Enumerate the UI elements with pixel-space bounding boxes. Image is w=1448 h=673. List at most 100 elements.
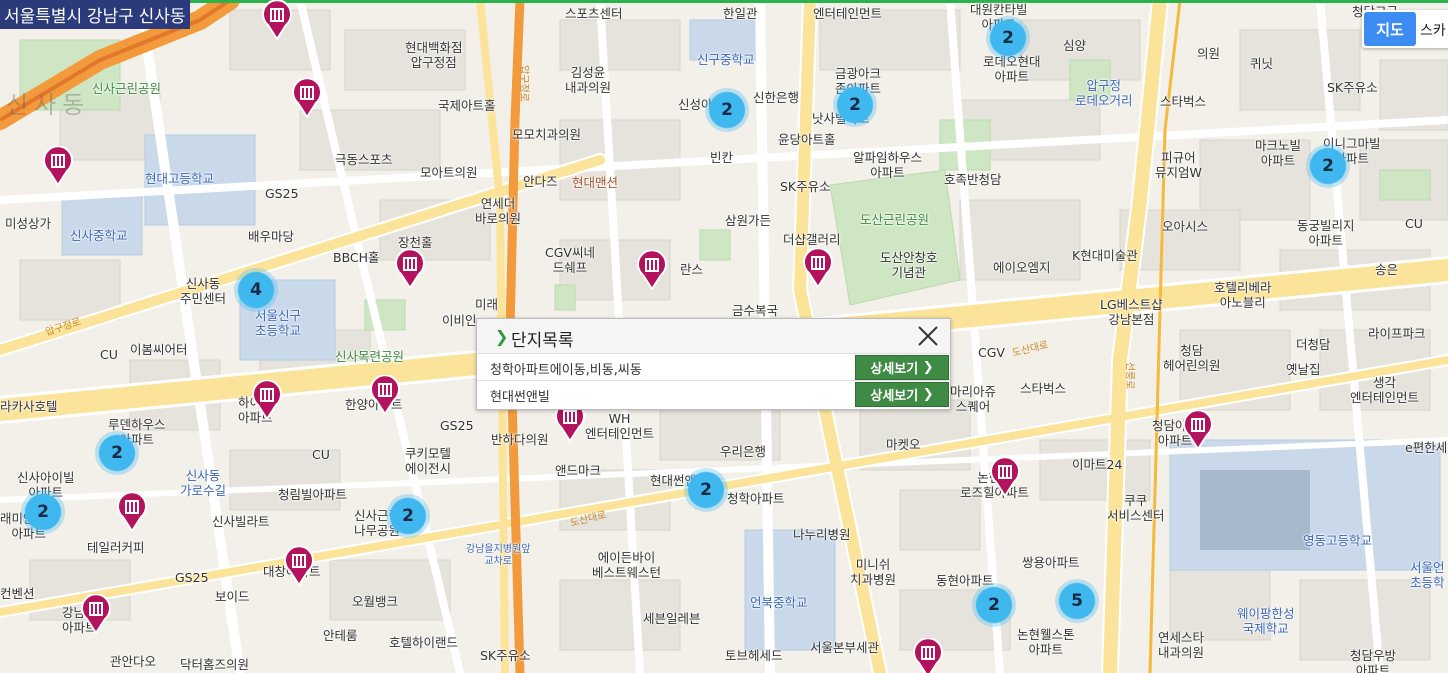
satellite-view-button[interactable]: 스카 bbox=[1420, 20, 1446, 40]
place-marriage[interactable]: 마리아쥬 스퀘어 bbox=[950, 384, 996, 414]
place-cheongdam-hey[interactable]: 청담 헤어린의원 bbox=[1163, 343, 1221, 373]
apartment-marker-icon[interactable] bbox=[990, 456, 1020, 498]
place-hyundai-dept[interactable]: 현대백화점 압구정점 bbox=[405, 40, 463, 70]
place-saenggak[interactable]: 생각 엔터테인먼트 bbox=[1350, 375, 1419, 405]
place-cgv-2[interactable]: CGV bbox=[978, 345, 1005, 360]
apartment-marker-icon[interactable] bbox=[292, 77, 322, 119]
place-hyundai-mansion[interactable]: 현대맨션 bbox=[572, 175, 618, 190]
place-lbm[interactable]: 이봄씨어터 bbox=[130, 342, 188, 357]
apartment-marker-icon[interactable] bbox=[43, 145, 73, 187]
place-hanil[interactable]: 한일관 bbox=[723, 6, 758, 21]
place-donggung[interactable]: 동궁빌리지 아파트 bbox=[1297, 218, 1355, 248]
place-geumsu[interactable]: 금수복국 bbox=[732, 303, 778, 318]
place-alpa[interactable]: 알파임하우스 아파트 bbox=[853, 150, 922, 180]
place-nonhyun-wells[interactable]: 논현웰스톤 아파트 bbox=[1017, 627, 1075, 657]
place-cheonghak[interactable]: 청학아파트 bbox=[727, 491, 785, 506]
cluster-marker[interactable]: 2 bbox=[21, 490, 65, 534]
place-sk-oil-1[interactable]: SK주유소 bbox=[1327, 80, 1378, 95]
cluster-marker[interactable]: 2 bbox=[705, 88, 749, 132]
place-kwinit[interactable]: 퀴닛 bbox=[1250, 56, 1273, 71]
place-bbch[interactable]: BBCH홀 bbox=[333, 250, 380, 265]
place-bandaha[interactable]: 반하다의원 bbox=[491, 432, 549, 447]
place-yeonse-star[interactable]: 연세스타 내과의원 bbox=[1158, 630, 1204, 660]
place-apgujeong-rodeo[interactable]: 압구정 로데오거리 bbox=[1075, 78, 1133, 108]
place-cu-2[interactable]: CU bbox=[100, 347, 118, 362]
place-starbucks-1[interactable]: 스타벅스 bbox=[1160, 94, 1206, 109]
apartment-marker-icon[interactable] bbox=[81, 593, 111, 635]
complex-list-item[interactable]: 현대썬앤빌 상세보기 ❯ bbox=[477, 381, 950, 407]
place-simyang[interactable]: 심양 bbox=[1063, 38, 1086, 53]
place-bincan[interactable]: 빈칸 bbox=[710, 150, 733, 165]
place-hochuk[interactable]: 호족반청담 bbox=[944, 172, 1002, 187]
close-icon[interactable] bbox=[916, 324, 940, 348]
place-taylor[interactable]: 테일러커피 bbox=[87, 540, 145, 555]
place-sk-oil-3[interactable]: SK주유소 bbox=[480, 648, 531, 663]
place-gs25-b[interactable]: GS25 bbox=[440, 418, 474, 433]
place-deochungdam[interactable]: 더청담 bbox=[1296, 337, 1331, 352]
place-sinsa-park[interactable]: 신사근린공원 bbox=[92, 81, 161, 96]
place-dosan-park[interactable]: 도산근린공원 bbox=[860, 212, 929, 227]
place-clinic[interactable]: 의원 bbox=[1197, 46, 1220, 61]
place-seoul-customs[interactable]: 서울본부세관 bbox=[810, 640, 879, 655]
place-sinsa-community[interactable]: 신사동 주민센터 bbox=[180, 276, 226, 306]
place-cgv-cine[interactable]: CGV씨네 드쉐프 bbox=[545, 245, 595, 275]
place-aio[interactable]: 에이오엠지 bbox=[993, 260, 1051, 275]
place-momo-dent[interactable]: 모모치과의원 bbox=[512, 127, 581, 142]
apartment-marker-icon[interactable] bbox=[803, 247, 833, 289]
place-weipang[interactable]: 웨이팡한성 국제학교 bbox=[1237, 606, 1295, 636]
apartment-marker-icon[interactable] bbox=[117, 491, 147, 533]
cluster-marker[interactable]: 2 bbox=[684, 468, 728, 512]
place-hotel-highland[interactable]: 호텔하이랜드 bbox=[389, 635, 458, 650]
place-lacasa[interactable]: 라카사호텔 bbox=[0, 399, 58, 414]
place-cu-1[interactable]: CU bbox=[1405, 216, 1423, 231]
apartment-marker-icon[interactable] bbox=[284, 545, 314, 587]
place-sports-center[interactable]: 스포츠센터 bbox=[565, 6, 623, 21]
cluster-marker[interactable]: 2 bbox=[95, 431, 139, 475]
place-national-art[interactable]: 국제아트홀 bbox=[438, 98, 496, 113]
cluster-marker[interactable]: 2 bbox=[972, 583, 1016, 627]
place-starbucks-2[interactable]: 스타벅스 bbox=[1020, 381, 1066, 396]
place-garosu[interactable]: 신사동 가로수길 bbox=[180, 468, 226, 498]
place-sinsa-middle[interactable]: 신사중학교 bbox=[70, 228, 128, 243]
place-convention[interactable]: 컨벤션 bbox=[0, 586, 35, 601]
place-oasis[interactable]: 오아시스 bbox=[1162, 219, 1208, 234]
place-emart24[interactable]: 이마트24 bbox=[1072, 457, 1122, 472]
place-kandao[interactable]: 관안다오 bbox=[110, 654, 156, 669]
place-gs25-c[interactable]: GS25 bbox=[175, 570, 209, 585]
place-misung[interactable]: 미성상가 bbox=[5, 216, 51, 231]
place-lifepark[interactable]: 라이프파크 bbox=[1368, 326, 1426, 341]
place-gs25-a[interactable]: GS25 bbox=[265, 186, 299, 201]
place-yundang[interactable]: 윤당아트홀 bbox=[778, 132, 836, 147]
place-yeonse[interactable]: 연세더 바로의원 bbox=[475, 196, 521, 226]
place-nanuri[interactable]: 나누리병원 bbox=[793, 527, 851, 542]
place-anteroom[interactable]: 안테룸 bbox=[323, 628, 358, 643]
place-kimseongyun[interactable]: 김성윤 내과의원 bbox=[565, 65, 611, 95]
apartment-marker-icon[interactable] bbox=[637, 249, 667, 291]
cluster-marker[interactable]: 2 bbox=[833, 83, 877, 127]
place-songeun[interactable]: 송은 bbox=[1375, 262, 1398, 277]
cluster-marker[interactable]: 2 bbox=[1306, 144, 1350, 188]
place-yetnalgip[interactable]: 옛날집 bbox=[1286, 362, 1321, 377]
place-hotel-riviera[interactable]: 호텔리베라 아노블리 bbox=[1214, 280, 1272, 310]
place-cu-3[interactable]: CU bbox=[312, 447, 330, 462]
place-lg-best[interactable]: LG베스트샵 강남본점 bbox=[1100, 297, 1163, 327]
place-hyundai-hs[interactable]: 현대고등학교 bbox=[145, 171, 214, 186]
place-sinhan[interactable]: 신한은행 bbox=[753, 90, 799, 105]
apartment-marker-icon[interactable] bbox=[913, 637, 943, 673]
apartment-marker-icon[interactable] bbox=[262, 0, 292, 41]
place-cheongdam-woobang[interactable]: 청담우방 아파트 bbox=[1350, 648, 1396, 673]
cluster-marker[interactable]: 5 bbox=[1055, 579, 1099, 623]
place-marko[interactable]: 마크노빌 아파트 bbox=[1255, 138, 1301, 168]
place-andaz[interactable]: 안다즈 bbox=[523, 174, 558, 189]
apartment-marker-icon[interactable] bbox=[252, 379, 282, 421]
apartment-marker-icon[interactable] bbox=[1183, 409, 1213, 451]
place-sinsa-mokryeon[interactable]: 신사목련공원 bbox=[335, 349, 404, 364]
place-moart[interactable]: 모아트의원 bbox=[420, 165, 478, 180]
place-andmark[interactable]: 앤드마크 bbox=[555, 463, 601, 478]
place-picure[interactable]: 피규어 뮤지엄W bbox=[1155, 150, 1202, 180]
place-owol-bank[interactable]: 오월뱅크 bbox=[352, 594, 398, 609]
place-gangnam-eulji[interactable]: 강남을지병원앞 교차로 bbox=[466, 544, 530, 568]
place-lanz[interactable]: 란스 bbox=[680, 262, 703, 277]
place-marketo[interactable]: 마켓오 bbox=[886, 437, 921, 452]
place-wh-ent[interactable]: WH 엔터테인먼트 bbox=[585, 411, 654, 441]
